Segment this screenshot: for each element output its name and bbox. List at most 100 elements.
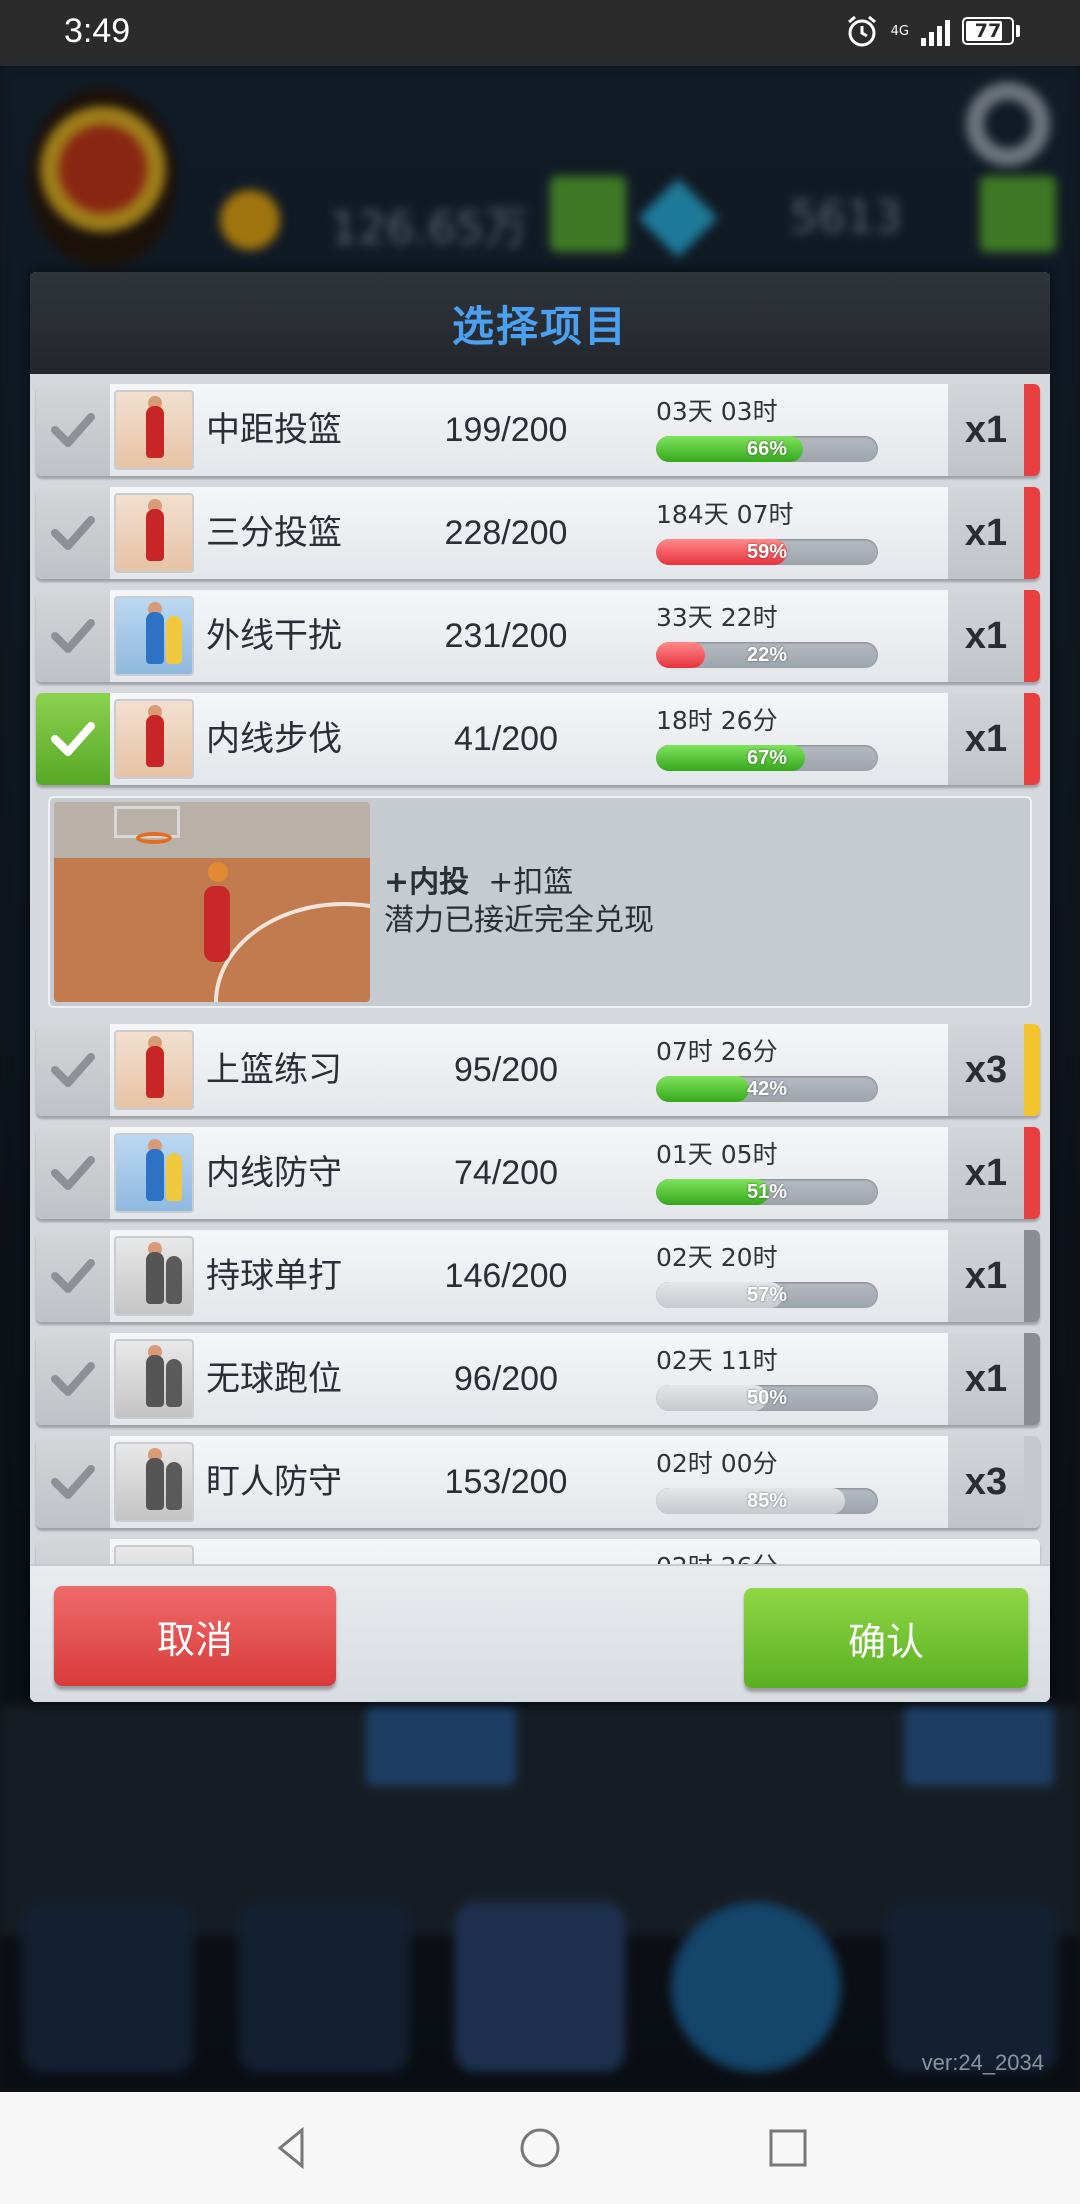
select-checkbox[interactable] <box>36 1127 110 1219</box>
project-name: 内线步伐 <box>206 719 342 759</box>
recents-icon[interactable] <box>764 2124 812 2172</box>
project-name: 三分投篮 <box>206 513 342 553</box>
home-icon[interactable] <box>516 2124 564 2172</box>
project-row[interactable]: 三分投篮 228/200 184天 07时 59% x1 <box>36 487 1040 579</box>
project-name: 内线防守 <box>206 1153 342 1193</box>
progress-bar: 42% <box>656 1076 878 1102</box>
progress-label: 22% <box>746 644 788 666</box>
check-icon <box>51 1053 95 1087</box>
time-remaining: 02天 11时 <box>656 1346 778 1375</box>
project-count: 146/200 <box>444 1257 568 1295</box>
project-thumbnail <box>114 596 194 676</box>
project-thumbnail <box>114 493 194 573</box>
progress-bar: 59% <box>656 539 878 565</box>
rarity-stripe <box>1024 384 1040 476</box>
project-time: 02天 20时 57% <box>656 1230 896 1322</box>
project-time: 01天 05时 51% <box>656 1127 896 1219</box>
confirm-button[interactable]: 确认 <box>744 1588 1028 1688</box>
project-thumbnail <box>114 699 194 779</box>
project-thumbnail <box>114 1236 194 1316</box>
check-icon <box>51 1362 95 1396</box>
progress-bar: 51% <box>656 1179 878 1205</box>
select-checkbox[interactable] <box>36 1436 110 1528</box>
project-name: 上篮练习 <box>206 1050 342 1090</box>
project-row[interactable]: 外线干扰 231/200 33天 22时 22% x1 <box>36 590 1040 682</box>
project-count: 199/200 <box>444 411 568 449</box>
multiplier-badge: x1 <box>948 487 1024 579</box>
select-project-dialog: 选择项目 +内投 +扣篮 潜力已接近完全兑现 中距投篮 199/200 03天 03… <box>30 272 1050 1702</box>
time-remaining: 02天 20时 <box>656 1243 778 1272</box>
project-thumbnail <box>114 390 194 470</box>
dialog-footer: 取消 确认 <box>30 1564 1050 1702</box>
project-thumbnail <box>114 1133 194 1213</box>
project-row[interactable]: 持球单打 146/200 02天 20时 57% x1 <box>36 1230 1040 1322</box>
progress-bar: 67% <box>656 745 878 771</box>
project-count: 96/200 <box>454 1360 558 1398</box>
project-row[interactable]: 02时 26分 <box>36 1539 1040 1564</box>
signal-icon <box>921 16 950 46</box>
select-checkbox[interactable] <box>36 487 110 579</box>
progress-bar: 66% <box>656 436 878 462</box>
time-remaining: 03天 03时 <box>656 397 778 426</box>
network-label: 4G <box>890 23 909 39</box>
time-remaining: 18时 26分 <box>656 706 778 735</box>
project-count: 95/200 <box>454 1051 558 1089</box>
multiplier-badge: x1 <box>948 693 1024 785</box>
project-time: 02天 11时 50% <box>656 1333 896 1425</box>
multiplier-badge: x1 <box>948 1127 1024 1219</box>
multiplier-badge: x3 <box>948 1436 1024 1528</box>
select-checkbox[interactable] <box>36 384 110 476</box>
progress-bar: 85% <box>656 1488 878 1514</box>
progress-label: 66% <box>746 438 788 460</box>
project-row[interactable]: 内线防守 74/200 01天 05时 51% x1 <box>36 1127 1040 1219</box>
rarity-stripe <box>1024 590 1040 682</box>
project-count: 74/200 <box>454 1154 558 1192</box>
check-icon <box>51 516 95 550</box>
project-row[interactable]: 内线步伐 41/200 18时 26分 67% x1 <box>36 693 1040 785</box>
dialog-header: 选择项目 <box>30 272 1050 374</box>
progress-label: 57% <box>746 1284 788 1306</box>
project-row[interactable]: 盯人防守 153/200 02时 00分 85% x3 <box>36 1436 1040 1528</box>
project-row[interactable]: 中距投篮 199/200 03天 03时 66% x1 <box>36 384 1040 476</box>
progress-label: 85% <box>746 1490 788 1512</box>
project-time: 184天 07时 59% <box>656 487 896 579</box>
system-nav-bar <box>0 2092 1080 2204</box>
multiplier-badge: x1 <box>948 384 1024 476</box>
project-count: 231/200 <box>444 617 568 655</box>
select-checkbox[interactable] <box>36 590 110 682</box>
time-remaining: 184天 07时 <box>656 500 794 529</box>
time-remaining: 33天 22时 <box>656 603 778 632</box>
rarity-stripe <box>1024 1230 1040 1322</box>
rarity-stripe <box>1024 693 1040 785</box>
project-row[interactable]: 上篮练习 95/200 07时 26分 42% x3 <box>36 1024 1040 1116</box>
select-checkbox[interactable] <box>36 1333 110 1425</box>
rarity-stripe <box>1024 1024 1040 1116</box>
project-name: 外线干扰 <box>206 616 342 656</box>
check-icon <box>51 619 95 653</box>
select-checkbox[interactable] <box>36 693 110 785</box>
rarity-stripe <box>1024 487 1040 579</box>
project-name: 持球单打 <box>206 1256 342 1296</box>
time-remaining: 01天 05时 <box>656 1140 778 1169</box>
multiplier-badge: x1 <box>948 590 1024 682</box>
project-list[interactable]: +内投 +扣篮 潜力已接近完全兑现 中距投篮 199/200 03天 03时 66% x… <box>30 374 1050 1564</box>
select-checkbox[interactable] <box>36 1024 110 1116</box>
project-preview-image <box>54 802 370 1002</box>
project-name: 中距投篮 <box>206 410 342 450</box>
progress-bar: 57% <box>656 1282 878 1308</box>
detail-note: 潜力已接近完全兑现 <box>384 903 654 938</box>
project-name: 无球跑位 <box>206 1359 342 1399</box>
project-row[interactable]: 无球跑位 96/200 02天 11时 50% x1 <box>36 1333 1040 1425</box>
select-checkbox[interactable] <box>36 1230 110 1322</box>
rarity-stripe <box>1024 1127 1040 1219</box>
back-icon[interactable] <box>268 2124 316 2172</box>
cancel-button[interactable]: 取消 <box>54 1586 336 1686</box>
project-detail: +内投 +扣篮 潜力已接近完全兑现 <box>48 796 1032 1008</box>
project-time: 07时 26分 42% <box>656 1024 896 1116</box>
multiplier-badge: x1 <box>948 1333 1024 1425</box>
select-checkbox[interactable] <box>36 1539 110 1564</box>
detail-tag: +扣篮 <box>488 865 574 900</box>
project-count: 153/200 <box>444 1463 568 1501</box>
check-icon <box>51 1259 95 1293</box>
status-icons: 4G 77 <box>845 14 1020 48</box>
